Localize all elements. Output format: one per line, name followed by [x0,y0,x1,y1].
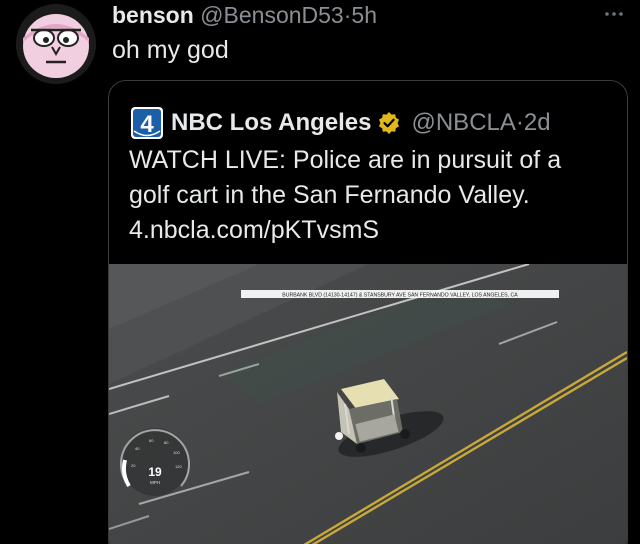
quoted-text-line: golf cart in the San Fernando Valley. [129,181,530,209]
speedometer-gauge: 20 40 60 80 100 120 19 MPH [120,428,190,496]
verified-badge-icon [379,112,400,134]
quoted-text-link[interactable]: 4.nbcla.com/pKTvsmS [129,213,619,248]
display-name[interactable]: benson [112,2,194,28]
tweet-header: benson @BensonD53·5h [112,2,377,29]
live-video-frame[interactable]: BURBANK BLVD (14130-14147) & STANSBURY A… [109,264,627,544]
quoted-text-line: WATCH LIVE: Police are in pursuit of a [129,146,562,174]
quoted-separator-dot: · [515,109,524,136]
quoted-user-handle[interactable]: @NBCLA [411,109,515,137]
user-handle[interactable]: @BensonD53 [200,2,344,28]
svg-text:120: 120 [175,464,182,469]
tweet[interactable]: benson @BensonD53·5h oh my god 4 NBC Los… [0,0,640,544]
quoted-tweet-text: WATCH LIVE: Police are in pursuit of a g… [129,143,619,248]
nbc-4-logo-icon: 4 [131,107,163,139]
quoted-display-name[interactable]: NBC Los Angeles [171,109,371,137]
tweet-timestamp[interactable]: 5h [351,2,377,28]
svg-text:4: 4 [140,111,154,138]
more-horizontal-icon[interactable] [604,2,624,23]
svg-text:60: 60 [149,438,154,443]
avatar[interactable] [16,4,96,84]
svg-text:20: 20 [131,463,136,468]
svg-text:80: 80 [164,440,169,445]
svg-text:100: 100 [173,450,180,455]
svg-text:40: 40 [135,446,140,451]
speed-unit: MPH [150,480,160,485]
quoted-tweet[interactable]: 4 NBC Los Angeles @NBCLA · 2d WATCH LIVE: … [108,80,628,544]
quoted-tweet-header: 4 NBC Los Angeles @NBCLA · 2d [131,107,551,139]
speed-value: 19 [148,465,162,479]
quoted-timestamp[interactable]: 2d [524,109,551,137]
location-caption: BURBANK BLVD (14130-14147) & STANSBURY A… [282,293,518,299]
tweet-text: oh my god [112,36,229,64]
